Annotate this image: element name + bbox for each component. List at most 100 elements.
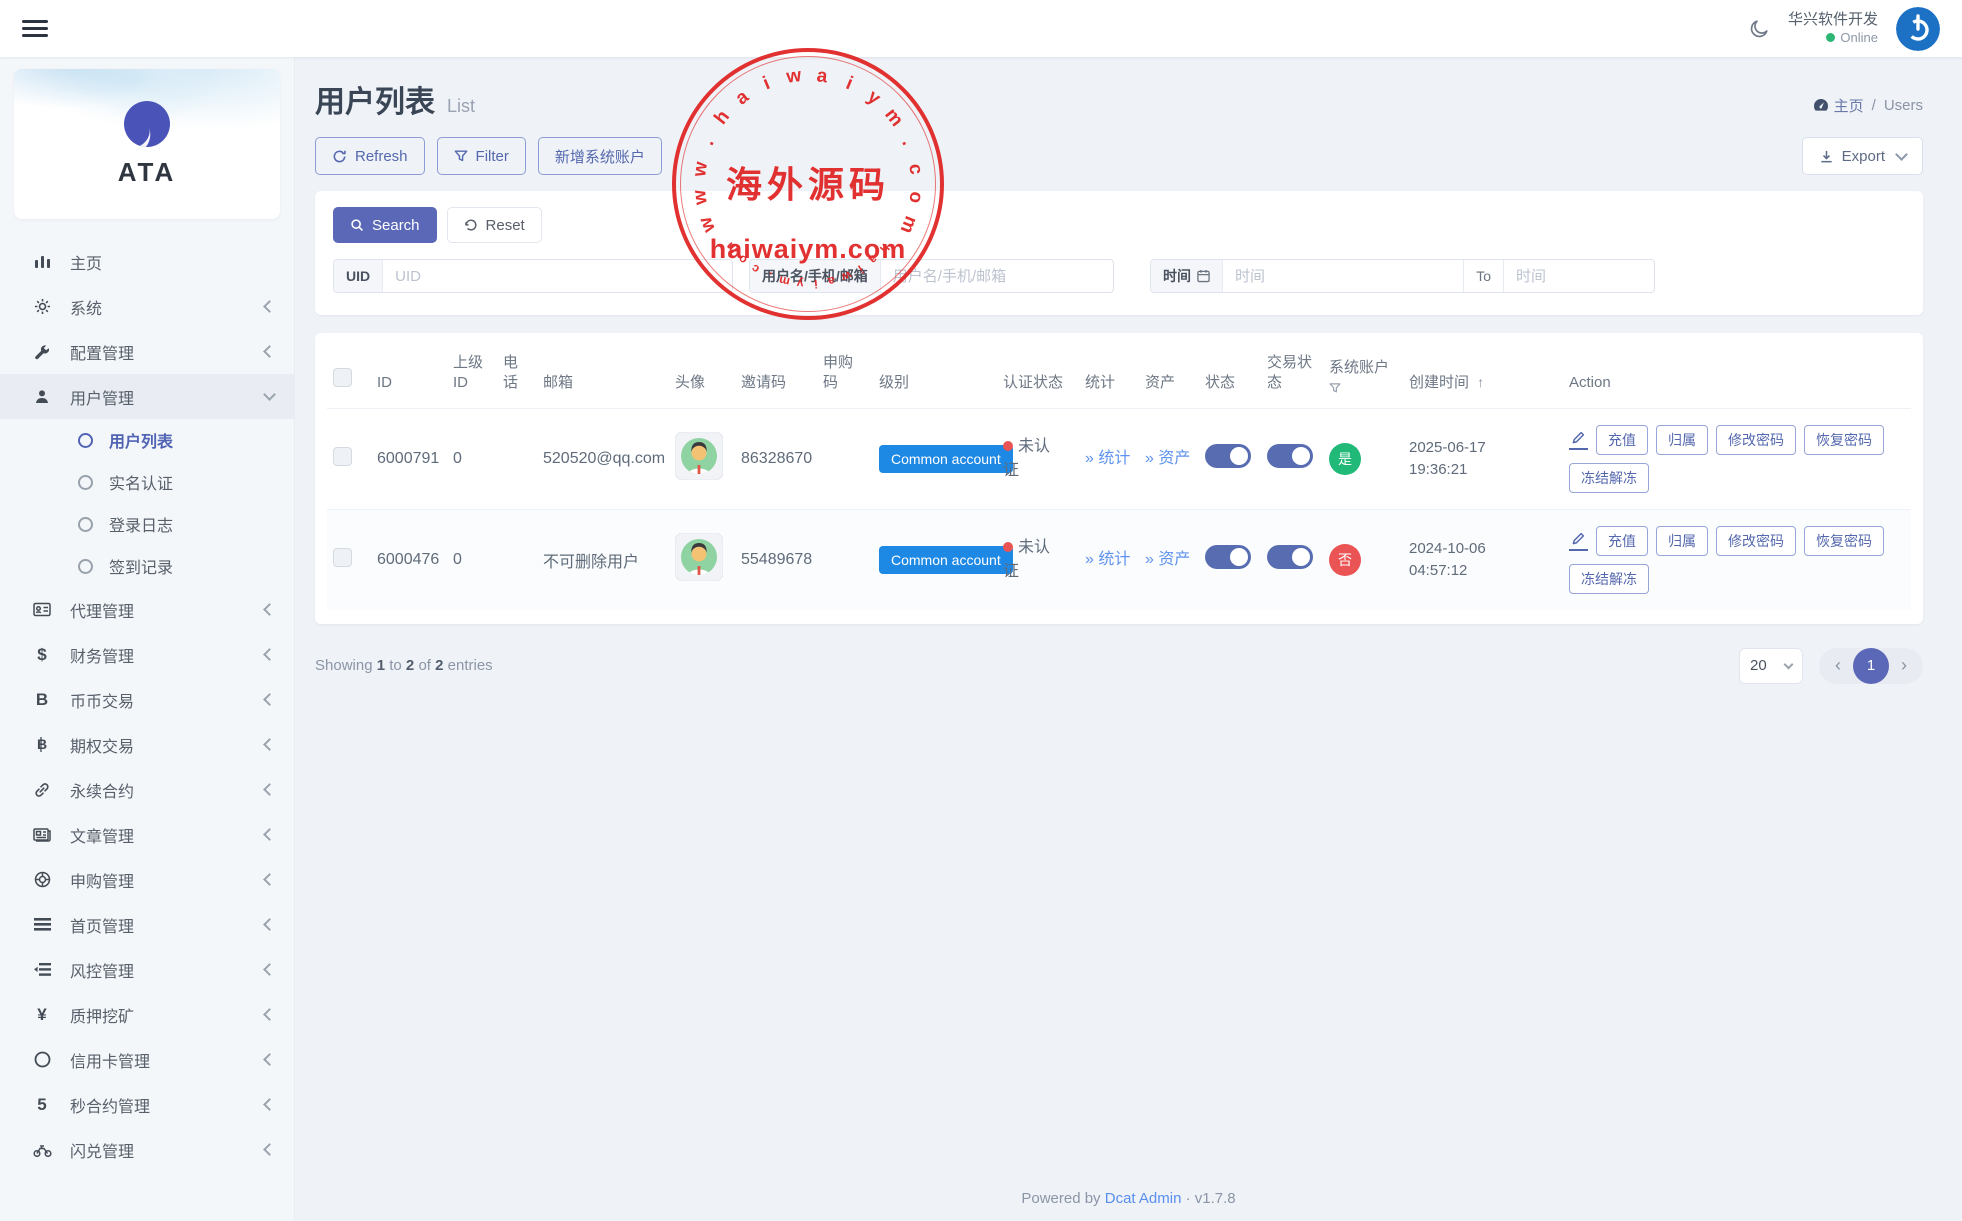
sidebar-item-home[interactable]: 主页 (0, 239, 294, 284)
cell-subscribe-code (817, 509, 873, 610)
freeze-unfreeze-button[interactable]: 冻结解冻 (1569, 564, 1649, 594)
status-toggle[interactable] (1205, 545, 1251, 569)
account-filter-group: 用户名/手机/邮箱 (749, 259, 1114, 293)
page-number-button[interactable]: 1 (1853, 648, 1889, 684)
user-avatar[interactable] (675, 432, 723, 480)
breadcrumb-home[interactable]: 主页 (1813, 95, 1864, 116)
edit-pencil-icon[interactable] (1569, 429, 1588, 450)
col-header-subscribe-code: 申购码 (817, 339, 873, 408)
reset-button[interactable]: Reset (447, 207, 542, 243)
select-all-checkbox[interactable] (333, 368, 352, 387)
col-header-id: ID (371, 339, 447, 408)
dark-mode-moon-icon[interactable] (1748, 18, 1770, 40)
refresh-icon (332, 149, 347, 164)
hamburger-menu-icon[interactable] (22, 16, 48, 41)
filter-button[interactable]: Filter (437, 137, 526, 175)
sidebar-item-second-contract[interactable]: 5 秒合约管理 (0, 1082, 294, 1127)
sidebar-item-options-trade[interactable]: B 期权交易 (0, 722, 294, 767)
sidebar-item-agent[interactable]: 代理管理 (0, 587, 294, 632)
user-meta[interactable]: 华兴软件开发 Online (1788, 11, 1878, 46)
belong-button[interactable]: 归属 (1656, 526, 1708, 556)
time-from-input[interactable] (1223, 260, 1463, 292)
restore-password-button[interactable]: 恢复密码 (1804, 425, 1884, 455)
time-filter-group: 时间 To (1150, 259, 1655, 293)
unverified-dot-icon (1003, 542, 1013, 552)
sidebar-item-article[interactable]: 文章管理 (0, 812, 294, 857)
sidebar-item-risk-control[interactable]: 风控管理 (0, 947, 294, 992)
cell-parent-id: 0 (447, 408, 497, 509)
chevron-left-icon (263, 738, 276, 751)
trade-status-toggle[interactable] (1267, 545, 1313, 569)
sidebar-item-subscription[interactable]: 申购管理 (0, 857, 294, 902)
recharge-button[interactable]: 充值 (1596, 425, 1648, 455)
page-subtitle: List (447, 96, 475, 117)
id-card-icon (30, 602, 54, 617)
chevron-left-icon (263, 873, 276, 886)
restore-password-button[interactable]: 恢复密码 (1804, 526, 1884, 556)
search-button[interactable]: Search (333, 207, 437, 243)
stats-link[interactable]: » 统计 (1085, 447, 1133, 471)
sidebar-subitem-checkin-record[interactable]: 签到记录 (0, 545, 294, 587)
sort-asc-icon[interactable]: ↑ (1477, 374, 1484, 390)
sidebar-subitem-real-name-auth[interactable]: 实名认证 (0, 461, 294, 503)
row-checkbox[interactable] (333, 447, 352, 466)
logo-card: ATA (14, 69, 280, 219)
cell-parent-id: 0 (447, 509, 497, 610)
sidebar-item-system[interactable]: 系统 (0, 284, 294, 329)
recharge-button[interactable]: 充值 (1596, 526, 1648, 556)
change-password-button[interactable]: 修改密码 (1716, 425, 1796, 455)
freeze-unfreeze-button[interactable]: 冻结解冻 (1569, 463, 1649, 493)
refresh-button[interactable]: Refresh (315, 137, 425, 175)
row-checkbox[interactable] (333, 548, 352, 567)
sidebar-item-spot-trade[interactable]: B 币币交易 (0, 677, 294, 722)
sidebar-item-config[interactable]: 配置管理 (0, 329, 294, 374)
user-avatar[interactable] (675, 533, 723, 581)
uid-filter-group: UID (333, 259, 733, 293)
sidebar-subitem-user-list[interactable]: 用户列表 (0, 419, 294, 461)
circle-bullet-icon (78, 559, 93, 574)
uid-input[interactable] (383, 260, 732, 292)
sidebar-item-credit-card[interactable]: 信用卡管理 (0, 1037, 294, 1082)
col-header-created-at[interactable]: 创建时间 ↑ (1403, 339, 1563, 408)
chevron-left-icon (263, 1098, 276, 1111)
sidebar-item-finance[interactable]: $ 财务管理 (0, 632, 294, 677)
cell-auth-status: 未认证 (997, 509, 1079, 610)
cell-email: 520520@qq.com (537, 408, 669, 509)
unverified-dot-icon (1003, 441, 1013, 451)
assets-link[interactable]: » 资产 (1145, 447, 1193, 471)
trade-status-toggle[interactable] (1267, 444, 1313, 468)
account-input[interactable] (881, 260, 1113, 292)
sidebar-item-user-management[interactable]: 用户管理 (0, 374, 294, 419)
chain-link-icon (30, 782, 54, 798)
time-to-input[interactable] (1504, 260, 1654, 292)
change-password-button[interactable]: 修改密码 (1716, 526, 1796, 556)
sidebar-item-perpetual-contract[interactable]: 永续合约 (0, 767, 294, 812)
dcat-admin-link[interactable]: Dcat Admin (1105, 1190, 1182, 1207)
export-button[interactable]: Export (1802, 137, 1923, 175)
add-system-account-button[interactable]: 新增系统账户 (538, 137, 662, 175)
edit-pencil-icon[interactable] (1569, 530, 1588, 551)
dollar-icon: $ (30, 646, 54, 663)
sidebar-item-flash-exchange[interactable]: 闪兑管理 (0, 1127, 294, 1172)
column-filter-funnel-icon[interactable] (1329, 382, 1397, 394)
sidebar-item-homepage[interactable]: 首页管理 (0, 902, 294, 947)
double-angle-icon: » (1085, 450, 1094, 467)
life-ring-icon (30, 871, 54, 888)
next-page-button[interactable]: › (1889, 655, 1919, 676)
col-header-action: Action (1563, 339, 1911, 408)
assets-link[interactable]: » 资产 (1145, 548, 1193, 572)
cell-id: 6000791 (371, 408, 447, 509)
sidebar-item-staking-mining[interactable]: ¥ 质押挖矿 (0, 992, 294, 1037)
prev-page-button[interactable]: ‹ (1823, 655, 1853, 676)
stats-link[interactable]: » 统计 (1085, 548, 1133, 572)
baht-icon: B (30, 736, 54, 753)
chevron-left-icon (263, 1143, 276, 1156)
sidebar-subitem-login-log[interactable]: 登录日志 (0, 503, 294, 545)
table-row: 6000791 0 520520@qq.com 86328670 Common … (327, 408, 1911, 509)
page-size-select[interactable]: 20 (1739, 648, 1803, 684)
cell-email: 不可删除用户 (537, 509, 669, 610)
belong-button[interactable]: 归属 (1656, 425, 1708, 455)
status-toggle[interactable] (1205, 444, 1251, 468)
avatar[interactable] (1896, 7, 1940, 51)
col-header-status: 状态 (1199, 339, 1261, 408)
